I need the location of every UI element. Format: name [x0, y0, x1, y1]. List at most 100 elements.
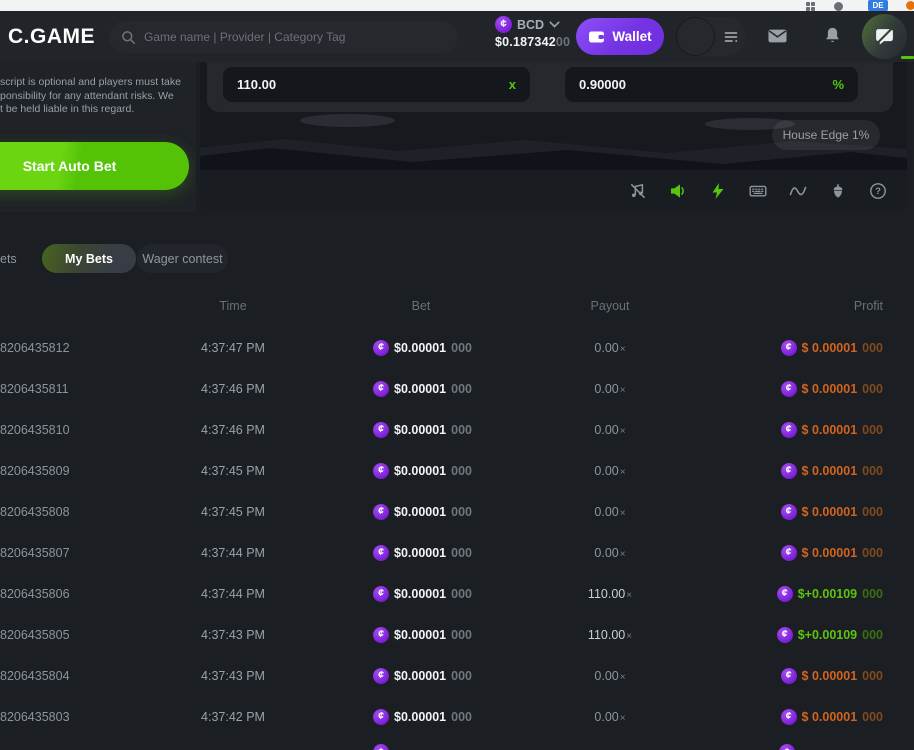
bet-payout: 0.00× [540, 669, 680, 683]
currency-code: BCD [517, 18, 544, 32]
messages-icon[interactable] [767, 27, 788, 44]
bet-payout: 0.00× [540, 546, 680, 560]
bet-id[interactable]: 8206435804 [0, 669, 70, 683]
bet-row[interactable]: 8206435812 4:37:47 PM ¢$0.00001000 0.00×… [0, 327, 914, 368]
payout-multiplier-value[interactable] [237, 77, 509, 92]
header-payout: Payout [540, 299, 680, 313]
bet-id[interactable]: 8206435809 [0, 464, 70, 478]
coin-icon: ¢ [373, 744, 389, 750]
turbo-icon[interactable] [708, 182, 727, 201]
balance-main: $0.187342 [495, 35, 556, 49]
currency-selector[interactable]: ¢ BCD $0.18734200 [495, 16, 587, 49]
balance: $0.18734200 [495, 35, 587, 49]
bet-row[interactable]: 8206435810 4:37:46 PM ¢$0.00001000 0.00×… [0, 409, 914, 450]
wallet-icon [588, 29, 605, 44]
browser-profile-icon[interactable] [834, 2, 843, 11]
help-icon[interactable]: ? [868, 182, 887, 201]
bcd-coin-icon: ¢ [495, 16, 512, 33]
coin-icon: ¢ [373, 381, 389, 397]
bet-row[interactable]: 8206435808 4:37:45 PM ¢$0.00001000 0.00×… [0, 491, 914, 532]
bet-profit: ¢$ 0.00001000 [781, 381, 883, 397]
bet-row[interactable]: 8206435805 4:37:43 PM ¢$0.00001000 110.0… [0, 614, 914, 655]
avatar[interactable] [676, 17, 715, 56]
bet-id[interactable]: 8206435803 [0, 710, 70, 724]
bet-id[interactable]: 8206435808 [0, 505, 70, 519]
bet-row[interactable]: 8206435804 4:37:43 PM ¢$0.00001000 0.00×… [0, 655, 914, 696]
bet-amount: ¢$0.00001000 [373, 463, 472, 479]
auto-bet-disclaimer: script is optional and players must take… [0, 76, 196, 117]
bet-time: 4:37:44 PM [153, 546, 313, 560]
chat-button[interactable] [862, 14, 907, 59]
coin-icon: ¢ [779, 744, 795, 750]
chat-disabled-icon [874, 26, 895, 47]
bet-payout: 0.00× [540, 382, 680, 396]
coin-icon: ¢ [373, 627, 389, 643]
tab-wager-contest[interactable]: Wager contest [137, 244, 228, 273]
scene-cloud [300, 114, 395, 127]
bet-id[interactable]: 8206435806 [0, 587, 70, 601]
coin-icon: ¢ [781, 422, 797, 438]
search-input[interactable] [144, 30, 446, 44]
wallet-label: Wallet [612, 29, 651, 44]
menu-list-icon [723, 29, 739, 45]
bet-profit: ¢$ 0.00001000 [781, 709, 883, 725]
bet-id[interactable]: 8206435811 [0, 382, 69, 396]
coin-icon: ¢ [373, 463, 389, 479]
bet-row[interactable]: 8206435806 4:37:44 PM ¢$0.00001000 110.0… [0, 573, 914, 614]
site-logo[interactable]: C.GAME [8, 25, 95, 49]
live-stats-icon[interactable] [788, 182, 807, 201]
search-bar[interactable] [109, 21, 458, 53]
bets-tabs: ets My Bets Wager contest [0, 244, 914, 274]
tab-all-bets[interactable]: ets [0, 244, 24, 273]
bet-payout: 0.00× [540, 464, 680, 478]
bet-time: 4:37:47 PM [153, 341, 313, 355]
house-edge-badge: House Edge 1% [772, 120, 880, 150]
start-auto-bet-button[interactable]: Start Auto Bet [0, 142, 189, 190]
payout-multiplier-input[interactable]: x [223, 67, 530, 102]
bet-id[interactable]: 8206435805 [0, 628, 70, 642]
extension-badge-icon[interactable] [906, 1, 914, 10]
profile-menu[interactable] [676, 17, 746, 56]
win-chance-input[interactable]: % [565, 67, 858, 102]
notifications-icon[interactable] [823, 26, 842, 45]
bet-amount: ¢$0.00001000 [373, 627, 472, 643]
bet-row[interactable]: 8206435803 4:37:42 PM ¢$0.00001000 0.00×… [0, 696, 914, 737]
music-off-icon[interactable] [628, 182, 647, 201]
balance-dim: 00 [556, 35, 570, 49]
header-time: Time [153, 299, 313, 313]
win-chance-value[interactable] [579, 77, 832, 92]
bet-row[interactable]: 8206435807 4:37:44 PM ¢$0.00001000 0.00×… [0, 532, 914, 573]
bet-profit: ¢$+0.00109000 [777, 627, 883, 643]
bet-amount: ¢$0.00001000 [373, 668, 472, 684]
bet-profit: ¢$ 0.00001000 [781, 545, 883, 561]
bet-payout: 0.00× [540, 710, 680, 724]
seed-icon[interactable] [828, 182, 847, 201]
bet-profit: ¢$ 0.00001000 [781, 504, 883, 520]
bet-id[interactable]: 8206435807 [0, 546, 70, 560]
chevron-down-icon [549, 21, 560, 28]
tab-my-bets[interactable]: My Bets [42, 244, 136, 273]
bet-amount: ¢$0.00001000 [373, 709, 472, 725]
bet-id[interactable]: 8206435810 [0, 423, 70, 437]
table-header: Time Bet Payout Profit [0, 292, 914, 322]
bet-row[interactable]: 8206435809 4:37:45 PM ¢$0.00001000 0.00×… [0, 450, 914, 491]
sound-icon[interactable] [668, 182, 687, 201]
game-inputs-panel: x % [207, 62, 893, 112]
bet-amount: ¢$0.00001000 [373, 504, 472, 520]
coin-icon: ¢ [373, 504, 389, 520]
extensions-icon[interactable] [806, 2, 815, 11]
bet-time: 4:37:43 PM [153, 628, 313, 642]
bet-amount: ¢$0.00001000 [373, 422, 472, 438]
win-chance-suffix: % [832, 77, 844, 92]
bet-amount: ¢$0.00001000 [373, 586, 472, 602]
coin-icon: ¢ [373, 586, 389, 602]
translate-badge[interactable]: DE [868, 0, 888, 11]
bet-payout: 0.00× [540, 505, 680, 519]
coin-icon: ¢ [373, 668, 389, 684]
bet-row[interactable]: 8206435811 4:37:46 PM ¢$0.00001000 0.00×… [0, 368, 914, 409]
bet-time: 4:37:44 PM [153, 587, 313, 601]
coin-icon: ¢ [781, 381, 797, 397]
wallet-button[interactable]: Wallet [576, 18, 664, 55]
hotkeys-icon[interactable] [748, 182, 767, 201]
bet-id[interactable]: 8206435812 [0, 341, 70, 355]
